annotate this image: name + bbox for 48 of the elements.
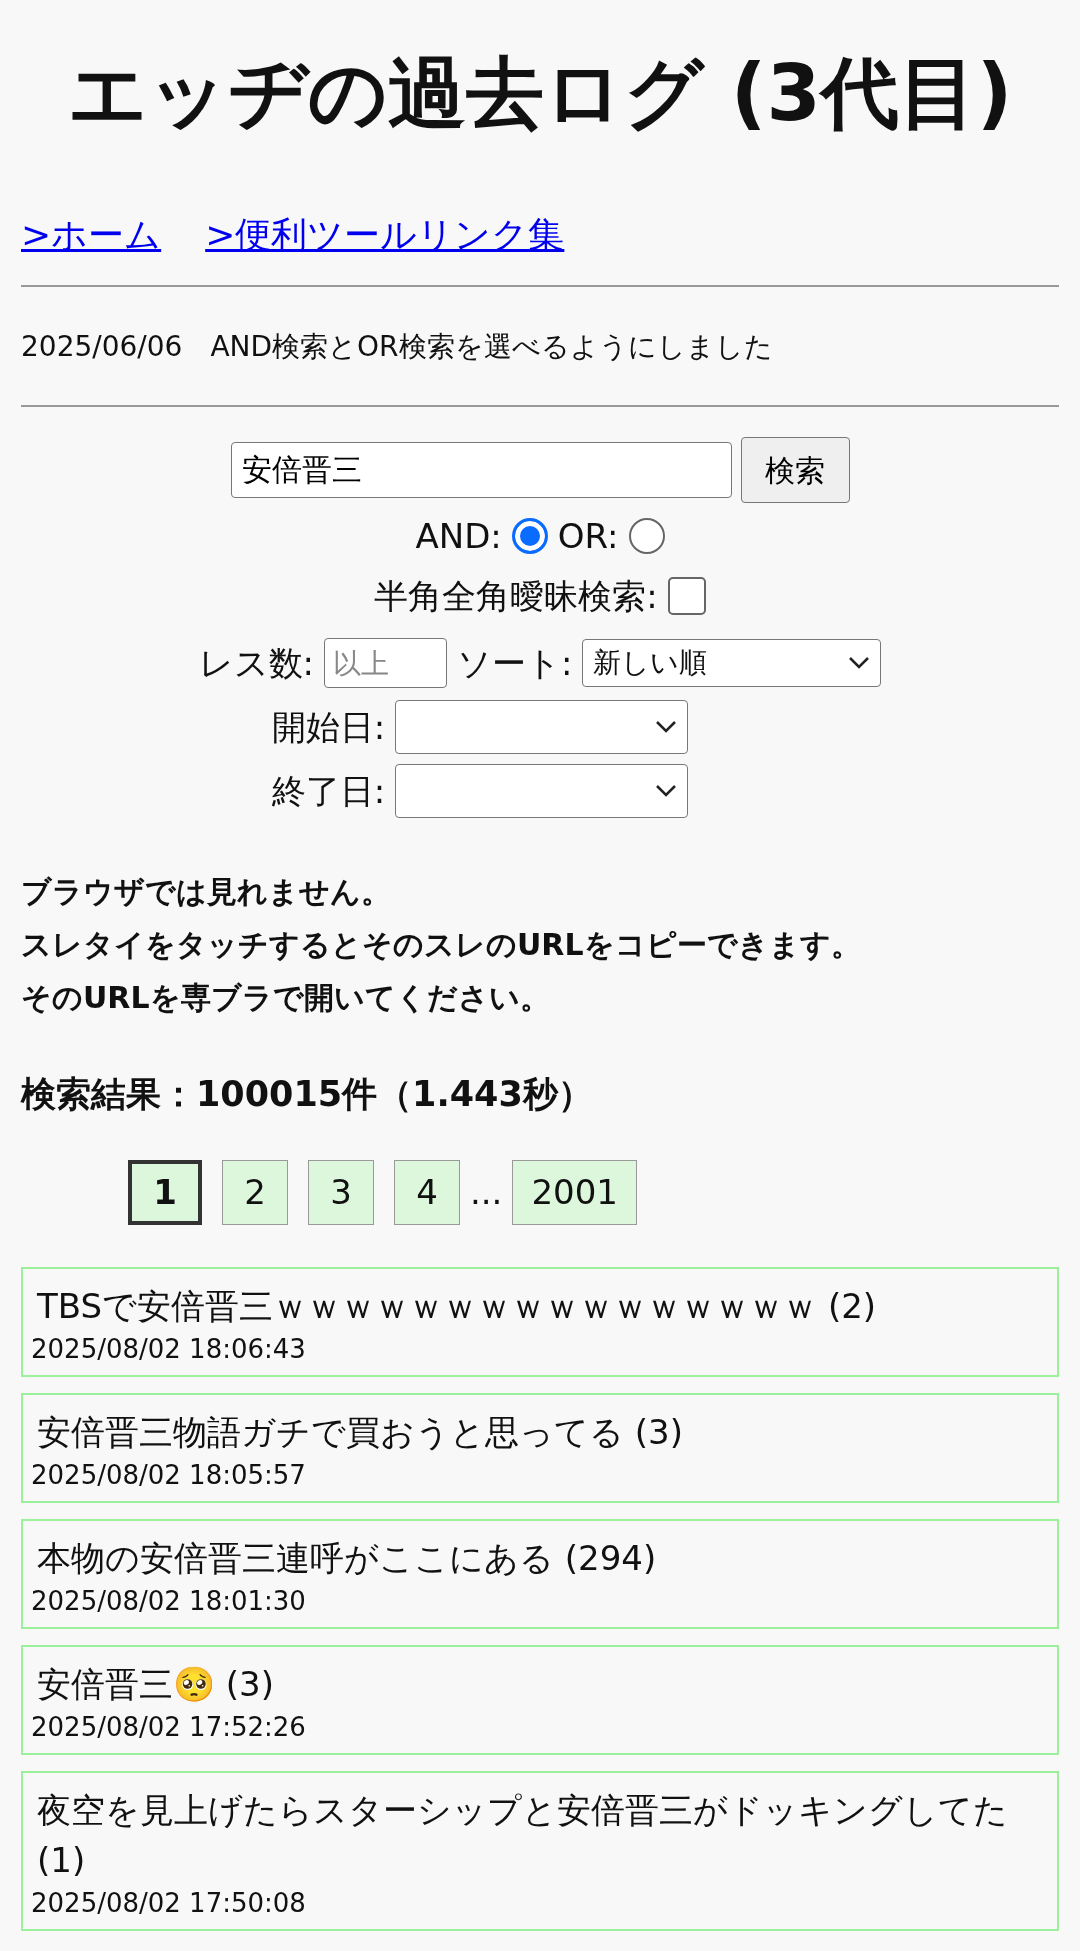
nav-link[interactable]: >便利ツールリンク集 — [205, 212, 565, 257]
page-link[interactable]: 2001 — [512, 1160, 637, 1225]
thread-date: 2025/08/02 18:05:57 — [31, 1459, 307, 1492]
page-title: エッヂの過去ログ (3代目) — [66, 47, 1014, 140]
thread-title: TBSで安倍晋三ｗｗｗｗｗｗｗｗｗｗｗｗｗｗｗｗ (2) — [36, 1285, 878, 1328]
thread-card[interactable]: 本物の安倍晋三連呼がここにある (294) 2025/08/02 18:01:30 — [21, 1519, 1059, 1629]
thread-card[interactable]: 安倍晋三物語ガチで買おうと思ってる (3) 2025/08/02 18:05:57 — [21, 1393, 1059, 1503]
radio-label: AND: — [415, 514, 502, 558]
page-link[interactable]: 3 — [308, 1160, 374, 1225]
thread-title: 本物の安倍晋三連呼がここにある (294) — [36, 1537, 658, 1580]
instruction-text: スレタイをタッチするとそのスレのURLをコピーできます。 — [21, 926, 862, 964]
thread-title: 安倍晋三物語ガチで買おうと思ってる (3) — [36, 1411, 684, 1454]
thread-date: 2025/08/02 18:01:30 — [31, 1585, 307, 1618]
field-label: ソート: — [457, 641, 573, 685]
chevron-down-icon — [655, 784, 678, 798]
count-field[interactable]: 以上 — [324, 638, 447, 688]
checkbox-label: 半角全角曖昧検索: — [374, 574, 658, 618]
checkbox[interactable] — [667, 577, 706, 615]
radio-button[interactable] — [511, 518, 548, 554]
sort-select[interactable]: 新しい順 — [582, 639, 882, 687]
thread-card[interactable]: 安倍晋三🥺 (3) 2025/08/02 17:52:26 — [21, 1645, 1059, 1755]
notice-text: 2025/06/06 AND検索とOR検索を選べるようにしました — [21, 329, 774, 365]
thread-card[interactable]: 夜空を見上げたらスターシップと安倍晋三がドッキングしてた (1) 2025/08/02 17:50:08 — [21, 1771, 1059, 1931]
instruction-text: ブラウザでは見れません。 — [21, 873, 392, 911]
chevron-down-icon — [848, 656, 871, 670]
thread-title: 夜空を見上げたらスターシップと安倍晋三がドッキングしてた (1) — [36, 1789, 1009, 1882]
date-select[interactable] — [395, 700, 689, 754]
radio-label: OR: — [557, 514, 619, 558]
page-link[interactable]: 4 — [394, 1160, 460, 1225]
instruction-text: そのURLを専ブラで開いてください。 — [21, 979, 551, 1017]
page-link[interactable]: 1 — [128, 1160, 202, 1225]
thread-date: 2025/08/02 17:52:26 — [31, 1711, 307, 1744]
date-select[interactable] — [395, 764, 689, 818]
chevron-down-icon — [655, 720, 678, 734]
thread-title: 安倍晋三🥺 (3) — [36, 1663, 275, 1706]
ellipsis-text: ... — [470, 1171, 503, 1214]
field-label: 終了日: — [271, 769, 386, 813]
field-label: 開始日: — [271, 705, 386, 749]
field-label: レス数: — [198, 641, 314, 685]
thread-date: 2025/08/02 18:06:43 — [31, 1333, 307, 1366]
thread-date: 2025/08/02 17:50:08 — [31, 1887, 307, 1920]
radio-button[interactable] — [628, 518, 665, 554]
search-button[interactable]: 検索 — [740, 437, 850, 503]
result-count: 検索結果：100015件（1.443秒） — [21, 1073, 594, 1116]
search-field[interactable]: 安倍晋三 — [230, 442, 732, 498]
nav-link[interactable]: >ホーム — [21, 212, 162, 257]
thread-card[interactable]: TBSで安倍晋三ｗｗｗｗｗｗｗｗｗｗｗｗｗｗｗｗ (2) 2025/08/02 18:06:43 — [21, 1267, 1059, 1377]
page-link[interactable]: 2 — [222, 1160, 288, 1225]
